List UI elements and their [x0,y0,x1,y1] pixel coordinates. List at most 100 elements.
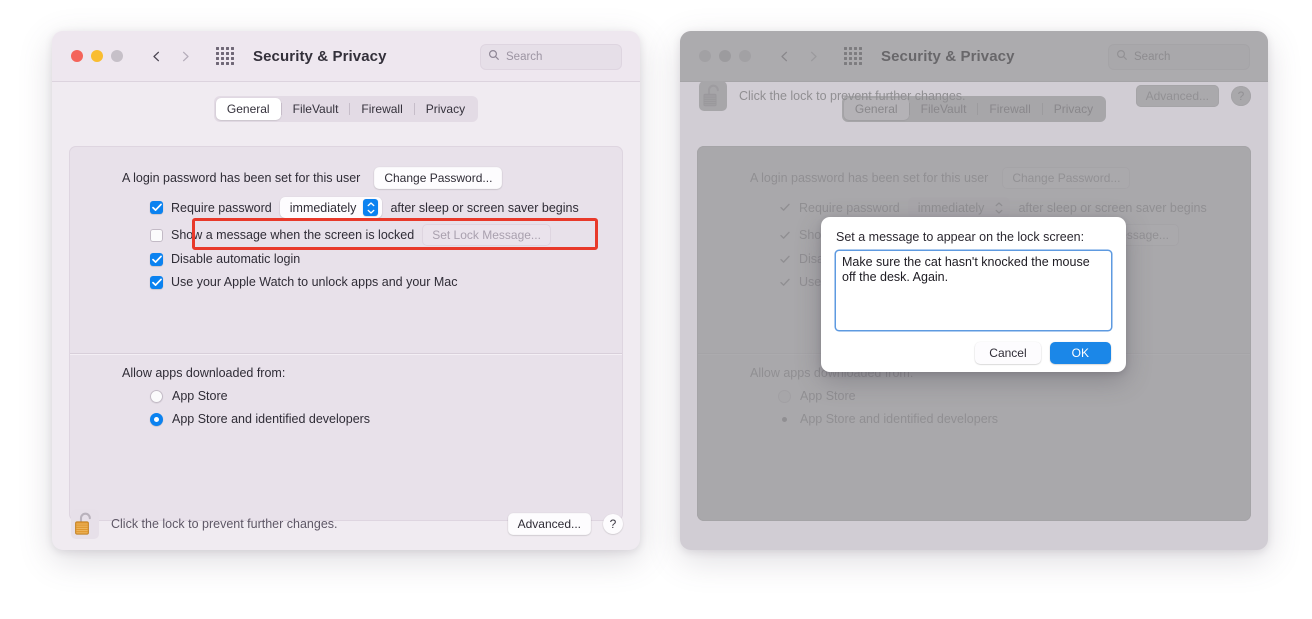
radio-identified-developers-label: App Store and identified developers [800,412,999,426]
disable-auto-login-row: Disable automatic login [150,252,300,266]
help-button[interactable]: ? [603,514,623,534]
require-password-label: Require password [171,200,272,215]
allow-apps-heading: Allow apps downloaded from: [122,366,286,380]
dimmed-window-content: Security & Privacy Search General FileVa… [680,31,1268,521]
tab-firewall[interactable]: Firewall [350,98,413,120]
radio-app-store-label: App Store [800,389,856,403]
search-input[interactable]: Search [1108,44,1250,70]
footer-actions: Advanced... ? [1135,85,1251,107]
show-message-checkbox[interactable] [778,231,791,240]
change-password-button[interactable]: Change Password... [1002,167,1131,189]
cancel-button[interactable]: Cancel [975,342,1041,364]
grid-icon[interactable] [844,47,862,65]
login-password-row: A login password has been set for this u… [750,167,1131,189]
page-title: Security & Privacy [881,47,1015,65]
tab-bar[interactable]: General FileVault Firewall Privacy [52,82,640,122]
help-button[interactable]: ? [1231,86,1251,106]
zoom-button[interactable] [739,50,751,62]
search-icon [1116,48,1128,66]
tab-privacy[interactable]: Privacy [415,98,476,120]
tab-filevault[interactable]: FileVault [282,98,350,120]
interval-value: immediately [917,200,985,215]
security-privacy-window-active[interactable]: Security & Privacy Search General FileVa… [52,31,640,550]
security-privacy-window-with-dialog[interactable]: Security & Privacy Search General FileVa… [680,31,1268,550]
open-padlock-icon[interactable] [699,81,727,111]
lock-hint-text: Click the lock to prevent further change… [739,89,966,103]
radio-identified-developers[interactable] [778,413,791,426]
dialog-actions: Cancel OK [836,342,1111,364]
page-title: Security & Privacy [253,47,387,65]
open-padlock-icon[interactable] [71,509,99,539]
section-divider [70,353,622,355]
set-lock-message-dialog[interactable]: Set a message to appear on the lock scre… [821,217,1126,372]
require-password-interval-select[interactable]: immediately [279,197,383,218]
radio-app-store[interactable] [150,389,163,403]
tab-general[interactable]: General [215,98,281,120]
login-password-label: A login password has been set for this u… [750,171,989,185]
window-footer: Click the lock to prevent further change… [52,498,640,550]
titlebar: Security & Privacy Search [52,31,640,82]
show-message-checkbox[interactable] [150,228,163,242]
search-placeholder: Search [506,51,543,63]
set-lock-message-button[interactable]: Set Lock Message... [422,224,551,246]
lock-message-textarea[interactable]: Make sure the cat hasn't knocked the mou… [836,251,1111,330]
chevron-left-icon[interactable] [150,50,163,63]
chevron-right-icon[interactable] [807,50,820,63]
require-password-interval-select[interactable]: immediately [907,197,1011,218]
require-password-label: Require password [799,200,900,215]
radio-app-store[interactable] [778,389,791,403]
login-password-row: A login password has been set for this u… [122,167,503,189]
radio-identified-developers-label: App Store and identified developers [172,412,371,426]
disable-auto-login-label: Disable automatic login [171,252,301,266]
allow-apps-option-appstore[interactable]: App Store [150,389,228,403]
footer-actions: Advanced... ? [507,513,623,535]
advanced-button[interactable]: Advanced... [1135,85,1219,107]
require-password-checkbox[interactable] [778,203,791,212]
close-button[interactable] [699,50,711,62]
navigation-arrows[interactable] [150,50,192,63]
chevron-left-icon[interactable] [778,50,791,63]
require-password-suffix: after sleep or screen saver begins [390,200,579,215]
radio-identified-developers[interactable] [150,412,163,426]
zoom-button[interactable] [111,50,123,62]
minimize-button[interactable] [719,50,731,62]
require-password-suffix: after sleep or screen saver begins [1018,200,1207,215]
window-footer: Click the lock to prevent further change… [680,70,1268,122]
stepper-icon[interactable] [363,199,379,216]
close-button[interactable] [71,50,83,62]
disable-auto-login-checkbox[interactable] [150,252,163,266]
apple-watch-row: Use your Apple Watch to unlock apps and … [150,275,458,289]
apple-watch-checkbox[interactable] [150,275,163,289]
show-message-row: Show a message when the screen is locked… [150,224,551,246]
search-placeholder: Search [1134,51,1171,63]
require-password-checkbox[interactable] [150,201,163,214]
traffic-lights[interactable] [71,50,123,62]
radio-app-store-label: App Store [172,389,228,403]
advanced-button[interactable]: Advanced... [507,513,591,535]
navigation-arrows[interactable] [778,50,820,63]
general-settings-panel: A login password has been set for this u… [69,146,623,521]
ok-button[interactable]: OK [1049,342,1111,364]
require-password-row: Require password immediately after sleep… [150,197,579,218]
apple-watch-checkbox[interactable] [778,278,791,287]
apple-watch-label: Use your Apple Watch to unlock apps and … [171,275,458,289]
minimize-button[interactable] [91,50,103,62]
dialog-prompt: Set a message to appear on the lock scre… [836,230,1085,244]
login-password-label: A login password has been set for this u… [122,171,361,185]
require-password-row: Require password immediately after sleep… [778,197,1207,218]
show-message-label: Show a message when the screen is locked [171,228,415,242]
allow-apps-option-appstore[interactable]: App Store [778,389,856,403]
search-input[interactable]: Search [480,44,622,70]
change-password-button[interactable]: Change Password... [374,167,503,189]
chevron-right-icon[interactable] [179,50,192,63]
segmented-control[interactable]: General FileVault Firewall Privacy [213,96,479,122]
interval-value: immediately [289,200,357,215]
disable-auto-login-checkbox[interactable] [778,255,791,264]
lock-hint-text: Click the lock to prevent further change… [111,517,338,531]
stepper-icon[interactable] [991,199,1006,216]
allow-apps-option-identified-developers[interactable]: App Store and identified developers [778,412,998,426]
traffic-lights[interactable] [699,50,751,62]
search-icon [488,48,500,66]
grid-icon[interactable] [216,47,234,65]
allow-apps-option-identified-developers[interactable]: App Store and identified developers [150,412,370,426]
